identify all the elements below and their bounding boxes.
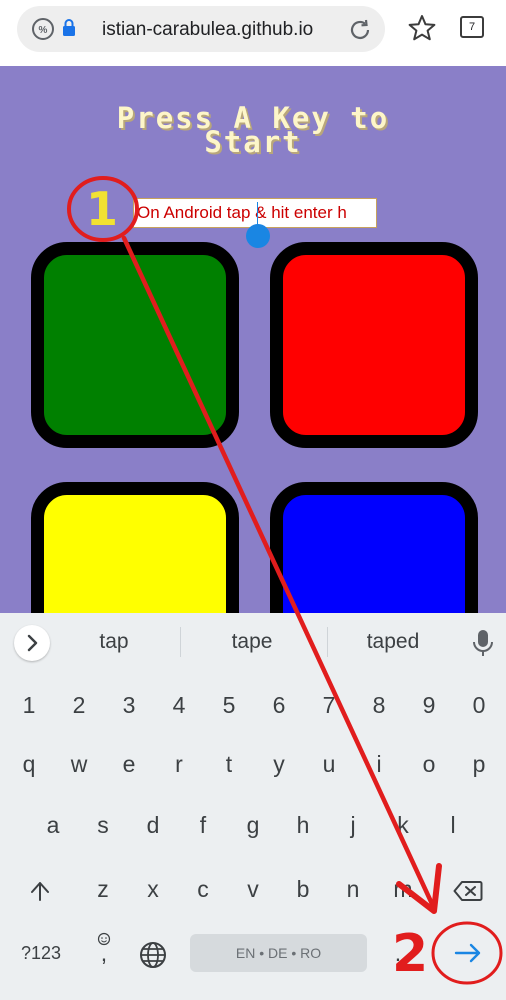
data-saver-icon[interactable]: % bbox=[31, 17, 55, 41]
symbols-key[interactable]: ?123 bbox=[12, 928, 70, 978]
tab-switcher-button[interactable]: 7 bbox=[460, 16, 484, 38]
key-f[interactable]: f bbox=[178, 800, 228, 850]
key-4[interactable]: 4 bbox=[154, 680, 204, 730]
key-h[interactable]: h bbox=[278, 800, 328, 850]
emoji-hint-icon bbox=[97, 932, 111, 946]
key-x[interactable]: x bbox=[128, 864, 178, 914]
key-s[interactable]: s bbox=[78, 800, 128, 850]
microphone-icon[interactable] bbox=[470, 628, 496, 658]
suggestion-1[interactable]: tap bbox=[88, 630, 140, 654]
key-5[interactable]: 5 bbox=[204, 680, 254, 730]
key-r[interactable]: r bbox=[154, 739, 204, 789]
key-j[interactable]: j bbox=[328, 800, 378, 850]
key-7[interactable]: 7 bbox=[304, 680, 354, 730]
url-text: istian-carabulea.github.io bbox=[102, 19, 314, 40]
step-1-label: 1 bbox=[86, 182, 119, 236]
address-bar[interactable]: % istian-carabulea.github.io bbox=[17, 6, 385, 52]
key-u[interactable]: u bbox=[304, 739, 354, 789]
key-d[interactable]: d bbox=[128, 800, 178, 850]
comma-key[interactable]: , bbox=[84, 928, 124, 978]
enter-key[interactable] bbox=[440, 931, 496, 975]
backspace-icon bbox=[453, 880, 483, 901]
game-area: Press A Key to Start On Android tap & hi… bbox=[0, 66, 506, 613]
browser-toolbar: % istian-carabulea.github.io 7 bbox=[0, 0, 506, 66]
game-title: Press A Key to Start bbox=[0, 104, 506, 159]
reload-icon[interactable] bbox=[347, 17, 373, 43]
key-w[interactable]: w bbox=[54, 739, 104, 789]
arrow-right-icon bbox=[454, 943, 481, 963]
suggestion-2[interactable]: tape bbox=[220, 630, 284, 654]
shift-key[interactable] bbox=[14, 864, 66, 914]
soft-keyboard: tap tape taped 1 2 3 4 5 6 7 8 9 0 q w e… bbox=[0, 613, 506, 1000]
key-z[interactable]: z bbox=[78, 864, 128, 914]
yellow-pad[interactable] bbox=[31, 482, 239, 613]
key-m[interactable]: m bbox=[378, 864, 428, 914]
key-i[interactable]: i bbox=[354, 739, 404, 789]
key-0[interactable]: 0 bbox=[454, 680, 504, 730]
key-6[interactable]: 6 bbox=[254, 680, 304, 730]
bookmark-star-icon[interactable] bbox=[406, 12, 438, 44]
key-k[interactable]: k bbox=[378, 800, 428, 850]
key-q[interactable]: q bbox=[4, 739, 54, 789]
key-a[interactable]: a bbox=[28, 800, 78, 850]
globe-icon bbox=[140, 941, 166, 968]
space-bar[interactable]: EN • DE • RO bbox=[190, 934, 367, 972]
key-v[interactable]: v bbox=[228, 864, 278, 914]
key-8[interactable]: 8 bbox=[354, 680, 404, 730]
key-c[interactable]: c bbox=[178, 864, 228, 914]
suggestion-divider bbox=[327, 627, 328, 657]
svg-text:%: % bbox=[39, 25, 48, 36]
caret-handle[interactable] bbox=[246, 224, 270, 248]
key-o[interactable]: o bbox=[404, 739, 454, 789]
key-n[interactable]: n bbox=[328, 864, 378, 914]
shift-arrow-icon bbox=[31, 881, 49, 901]
suggestion-3[interactable]: taped bbox=[357, 630, 429, 654]
blue-pad[interactable] bbox=[270, 482, 478, 613]
key-p[interactable]: p bbox=[454, 739, 504, 789]
key-l[interactable]: l bbox=[428, 800, 478, 850]
key-2[interactable]: 2 bbox=[54, 680, 104, 730]
backspace-key[interactable] bbox=[438, 864, 498, 914]
key-b[interactable]: b bbox=[278, 864, 328, 914]
key-1[interactable]: 1 bbox=[4, 680, 54, 730]
chevron-right-icon bbox=[27, 634, 38, 652]
lock-icon[interactable] bbox=[61, 18, 77, 38]
text-caret bbox=[257, 202, 258, 226]
suggestion-strip: tap tape taped bbox=[0, 613, 506, 671]
expand-toolbar-button[interactable] bbox=[14, 625, 50, 661]
title-line-2: Start bbox=[204, 125, 302, 159]
key-y[interactable]: y bbox=[254, 739, 304, 789]
language-key[interactable] bbox=[132, 928, 174, 978]
key-e[interactable]: e bbox=[104, 739, 154, 789]
red-pad[interactable] bbox=[270, 242, 478, 448]
green-pad[interactable] bbox=[31, 242, 239, 448]
key-3[interactable]: 3 bbox=[104, 680, 154, 730]
step-2-label: 2 bbox=[392, 924, 429, 984]
key-g[interactable]: g bbox=[228, 800, 278, 850]
key-9[interactable]: 9 bbox=[404, 680, 454, 730]
suggestion-divider bbox=[180, 627, 181, 657]
key-t[interactable]: t bbox=[204, 739, 254, 789]
